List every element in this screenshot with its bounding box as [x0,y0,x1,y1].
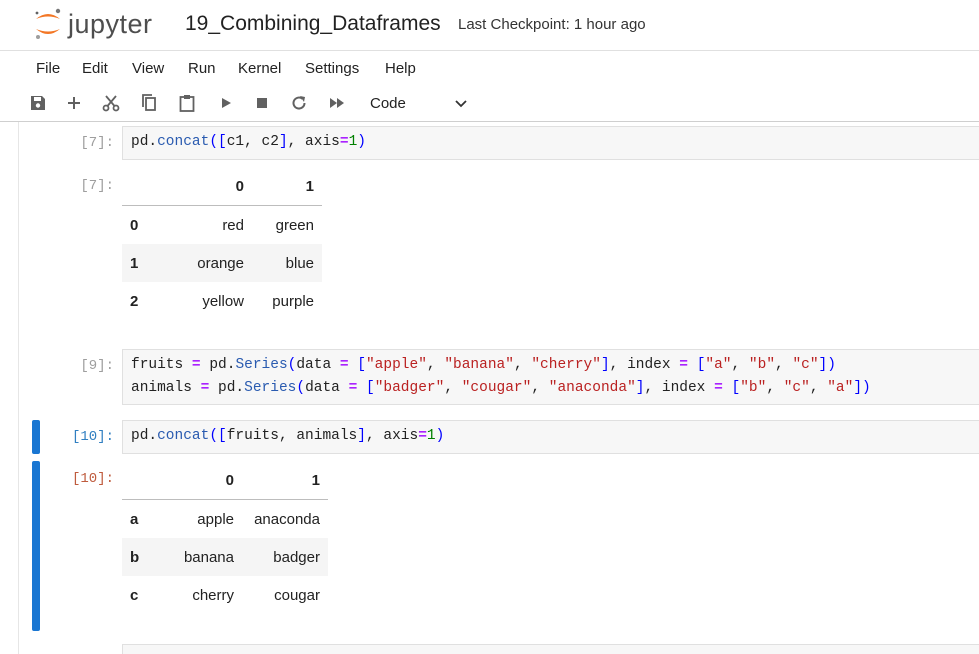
table-cell: apple [197,510,234,528]
copy-icon[interactable] [139,93,161,115]
code-cell-input[interactable] [122,644,979,654]
cut-icon[interactable] [101,93,123,115]
run-all-icon[interactable] [327,93,349,115]
menu-help[interactable]: Help [385,60,416,77]
stop-icon[interactable] [252,93,274,115]
panel-divider [18,122,19,654]
column-header: 1 [252,168,322,206]
table-cell: green [275,216,314,234]
row-index: 0 [130,216,139,234]
active-cell-output-bar[interactable] [32,461,40,631]
index-header [122,462,156,500]
column-header: 0 [156,462,242,500]
code-cell-input[interactable]: pd.concat([c1, c2], axis=1) [122,126,979,160]
table-cell: red [222,216,244,234]
row-index: c [130,586,139,604]
menu-file[interactable]: File [36,60,60,77]
output-prompt: [10]: [71,471,114,487]
menu-view[interactable]: View [132,60,164,77]
table-row: c cherry cougar [122,576,328,614]
row-index: b [130,548,140,566]
table-row: a apple anaconda [122,500,328,539]
cell-type-label: Code [370,95,406,112]
save-icon[interactable] [28,93,50,115]
table-cell: purple [272,292,314,310]
cell-type-dropdown[interactable]: Code [362,93,472,115]
jupyter-logo[interactable]: jupyter [32,6,172,44]
column-header: 1 [242,462,328,500]
menu-run[interactable]: Run [188,60,216,77]
jupyter-logo-icon [35,8,61,39]
notebook-panel[interactable]: [7]: pd.concat([c1, c2], axis=1) [7]: 0 … [0,122,979,654]
table-row: 2 yellow purple [122,282,322,320]
table-row: b banana badger [122,538,328,576]
code-cell-input[interactable]: pd.concat([fruits, animals], axis=1) [122,420,979,454]
row-index: a [130,510,139,528]
index-header [122,168,168,206]
table-cell: cougar [274,586,320,604]
add-cell-icon[interactable] [64,93,86,115]
menu-bar: File Edit View Run Kernel Settings Help [0,50,979,88]
menu-kernel[interactable]: Kernel [238,60,281,77]
top-bar: jupyter 19_Combining_Dataframes Last Che… [0,0,979,50]
chevron-down-icon [455,100,467,108]
row-index: 1 [130,254,139,272]
notebook-title[interactable]: 19_Combining_Dataframes [185,12,441,36]
toolbar: Code [0,87,979,122]
input-prompt: [10]: [71,429,114,445]
table-cell: yellow [202,292,244,310]
table-cell: cherry [192,586,234,604]
table-row: 1 orange blue [122,244,322,282]
input-prompt: [7]: [80,135,114,151]
input-prompt: [9]: [80,358,114,374]
paste-icon[interactable] [177,93,199,115]
active-cell-input-bar[interactable] [32,420,40,454]
table-cell: badger [273,548,320,566]
run-icon[interactable] [216,93,238,115]
menu-edit[interactable]: Edit [82,60,108,77]
restart-icon[interactable] [289,93,311,115]
table-row: 0 red green [122,206,322,245]
dataframe-output: 0 1 0 red green 1 orange blue 2 yellow p… [122,168,322,320]
table-cell: anaconda [254,510,320,528]
table-cell: banana [183,548,234,566]
last-checkpoint: Last Checkpoint: 1 hour ago [458,16,646,33]
menu-settings[interactable]: Settings [305,60,359,77]
table-cell: blue [285,254,314,272]
logo-text: jupyter [68,9,153,39]
output-prompt: [7]: [80,178,114,194]
dataframe-output: 0 1 a apple anaconda b banana badger c c… [122,462,328,614]
row-index: 2 [130,292,139,310]
column-header: 0 [168,168,252,206]
code-cell-input[interactable]: fruits = pd.Series(data = ["apple", "ban… [122,349,979,405]
table-cell: orange [197,254,244,272]
